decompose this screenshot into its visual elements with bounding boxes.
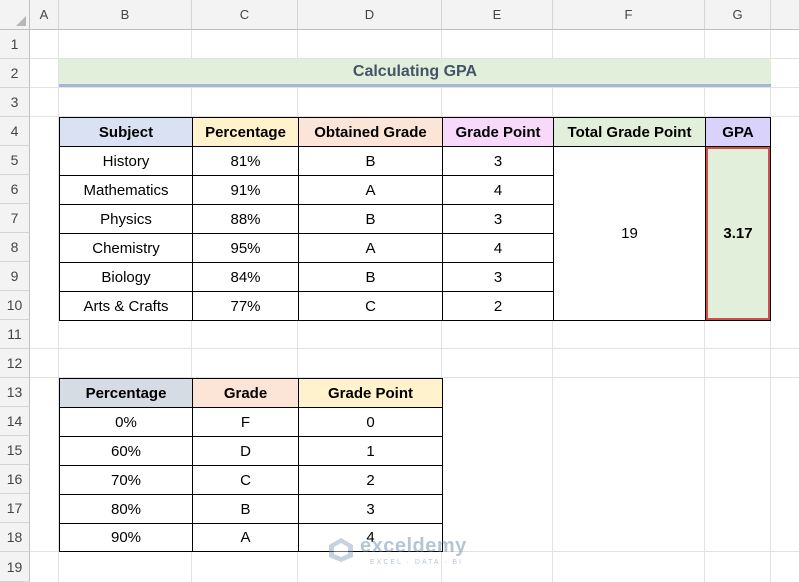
cell-grade[interactable]: B: [298, 146, 443, 176]
row-header-7[interactable]: 7: [0, 204, 30, 233]
lookup-cell-grade[interactable]: B: [192, 494, 299, 524]
column-header-g[interactable]: G: [705, 0, 771, 30]
gridline: [30, 348, 799, 349]
row-header-16[interactable]: 16: [0, 465, 30, 494]
header-total-grade-point[interactable]: Total Grade Point: [553, 117, 706, 147]
lookup-cell-grade-point[interactable]: 2: [298, 465, 443, 495]
cell-grade-point[interactable]: 4: [442, 175, 554, 205]
row-header-2[interactable]: 2: [0, 59, 30, 88]
row-header-6[interactable]: 6: [0, 175, 30, 204]
cell-percentage[interactable]: 95%: [192, 233, 299, 263]
lookup-cell-grade-point[interactable]: 0: [298, 407, 443, 437]
row-header-10[interactable]: 10: [0, 291, 30, 320]
cell-subject[interactable]: Chemistry: [59, 233, 193, 263]
cell-grade[interactable]: B: [298, 204, 443, 234]
cell-subject[interactable]: Arts & Crafts: [59, 291, 193, 321]
cell-grade-point[interactable]: 4: [442, 233, 554, 263]
row-header-12[interactable]: 12: [0, 349, 30, 378]
lookup-header-grade[interactable]: Grade: [192, 378, 299, 408]
row-header-19[interactable]: 19: [0, 552, 30, 582]
cell-grade[interactable]: A: [298, 175, 443, 205]
row-header-4[interactable]: 4: [0, 117, 30, 146]
row-header-14[interactable]: 14: [0, 407, 30, 436]
row-header-18[interactable]: 18: [0, 523, 30, 552]
row-header-1[interactable]: 1: [0, 30, 30, 59]
header-obtained-grade[interactable]: Obtained Grade: [298, 117, 443, 147]
cell-grade[interactable]: A: [298, 233, 443, 263]
lookup-cell-grade[interactable]: C: [192, 465, 299, 495]
lookup-cell-grade[interactable]: A: [192, 523, 299, 552]
cell-subject[interactable]: Mathematics: [59, 175, 193, 205]
cell-percentage[interactable]: 91%: [192, 175, 299, 205]
column-header-b[interactable]: B: [59, 0, 192, 30]
watermark-tagline: EXCEL · DATA · BI: [370, 559, 463, 566]
cell-percentage[interactable]: 77%: [192, 291, 299, 321]
header-percentage[interactable]: Percentage: [192, 117, 299, 147]
lookup-header-grade-point[interactable]: Grade Point: [298, 378, 443, 408]
lookup-cell-percentage[interactable]: 70%: [59, 465, 193, 495]
cell-subject[interactable]: Physics: [59, 204, 193, 234]
row-header-15[interactable]: 15: [0, 436, 30, 465]
column-header-f[interactable]: F: [553, 0, 705, 30]
cell-grade-point[interactable]: 2: [442, 291, 554, 321]
lookup-cell-percentage[interactable]: 0%: [59, 407, 193, 437]
cell-percentage[interactable]: 81%: [192, 146, 299, 176]
cell-grade-point[interactable]: 3: [442, 204, 554, 234]
column-header-a[interactable]: A: [30, 0, 59, 30]
column-header-d[interactable]: D: [298, 0, 442, 30]
lookup-cell-grade[interactable]: F: [192, 407, 299, 437]
column-header-c[interactable]: C: [192, 0, 298, 30]
lookup-cell-percentage[interactable]: 60%: [59, 436, 193, 466]
row-header-8[interactable]: 8: [0, 233, 30, 262]
page-title[interactable]: Calculating GPA: [59, 59, 771, 87]
cell-subject[interactable]: Biology: [59, 262, 193, 292]
cell-percentage[interactable]: 84%: [192, 262, 299, 292]
select-all-triangle-icon: [16, 16, 26, 26]
select-all-corner[interactable]: [0, 0, 30, 30]
header-subject[interactable]: Subject: [59, 117, 193, 147]
column-header-h-partial[interactable]: [771, 0, 799, 30]
row-header-5[interactable]: 5: [0, 146, 30, 175]
header-grade-point[interactable]: Grade Point: [442, 117, 554, 147]
cell-grade[interactable]: C: [298, 291, 443, 321]
cell-grade[interactable]: B: [298, 262, 443, 292]
cell-grade-point[interactable]: 3: [442, 146, 554, 176]
gpa-value[interactable]: 3.17: [705, 146, 771, 321]
watermark-name: exceldemy: [360, 535, 467, 557]
gridline: [30, 87, 799, 88]
row-header-17[interactable]: 17: [0, 494, 30, 523]
cell-grade-point[interactable]: 3: [442, 262, 554, 292]
header-gpa[interactable]: GPA: [705, 117, 771, 147]
lookup-cell-grade-point[interactable]: 1: [298, 436, 443, 466]
cell-percentage[interactable]: 88%: [192, 204, 299, 234]
total-grade-point-value[interactable]: 19: [553, 146, 706, 321]
row-header-13[interactable]: 13: [0, 378, 30, 407]
lookup-cell-grade-point[interactable]: 3: [298, 494, 443, 524]
row-header-3[interactable]: 3: [0, 88, 30, 117]
lookup-header-percentage[interactable]: Percentage: [59, 378, 193, 408]
lookup-cell-percentage[interactable]: 90%: [59, 523, 193, 552]
exceldemy-watermark: exceldemy EXCEL · DATA · BI: [328, 533, 478, 573]
lookup-cell-percentage[interactable]: 80%: [59, 494, 193, 524]
column-header-e[interactable]: E: [442, 0, 553, 30]
row-header-11[interactable]: 11: [0, 320, 30, 349]
lookup-cell-grade[interactable]: D: [192, 436, 299, 466]
exceldemy-logo-icon: [329, 538, 353, 562]
cell-subject[interactable]: History: [59, 146, 193, 176]
row-header-9[interactable]: 9: [0, 262, 30, 291]
